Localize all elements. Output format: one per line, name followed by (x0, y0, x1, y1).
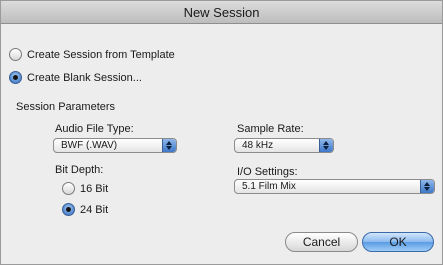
ok-button[interactable]: OK (362, 232, 434, 252)
radio-label: Create Session from Template (27, 48, 175, 61)
radio-24-bit[interactable]: 24 Bit (62, 203, 108, 216)
sample-rate-label: Sample Rate: (237, 123, 304, 135)
session-parameters-title: Session Parameters (16, 101, 116, 113)
radio-unselected-icon[interactable] (62, 182, 75, 195)
io-settings-popup[interactable]: 5.1 Film Mix (234, 179, 435, 194)
bit-depth-label: Bit Depth: (55, 164, 104, 176)
sample-rate-popup[interactable]: 48 kHz (234, 138, 334, 153)
audio-file-type-popup[interactable]: BWF (.WAV) (53, 138, 177, 153)
radio-create-from-template[interactable]: Create Session from Template (9, 48, 175, 61)
io-settings-value: 5.1 Film Mix (242, 181, 296, 192)
window-title: New Session (183, 5, 260, 20)
radio-selected-icon[interactable] (62, 203, 75, 216)
radio-16-bit[interactable]: 16 Bit (62, 182, 108, 195)
updown-arrows-icon (162, 139, 176, 152)
dialog-content: Create Session from Template Create Blan… (1, 25, 442, 264)
radio-unselected-icon[interactable] (9, 48, 22, 61)
radio-label: Create Blank Session... (27, 71, 142, 84)
new-session-dialog: New Session Create Session from Template… (0, 0, 443, 265)
cancel-button[interactable]: Cancel (285, 232, 358, 252)
sample-rate-value: 48 kHz (242, 140, 274, 151)
updown-arrows-icon (319, 139, 333, 152)
io-settings-label: I/O Settings: (237, 166, 298, 178)
audio-file-type-value: BWF (.WAV) (61, 140, 118, 151)
radio-selected-icon[interactable] (9, 71, 22, 84)
title-bar[interactable]: New Session (1, 1, 442, 24)
radio-label: 24 Bit (80, 203, 109, 216)
audio-file-type-label: Audio File Type: (55, 123, 134, 135)
radio-create-blank-session[interactable]: Create Blank Session... (9, 71, 142, 84)
radio-label: 16 Bit (80, 182, 109, 195)
updown-arrows-icon (420, 180, 434, 193)
